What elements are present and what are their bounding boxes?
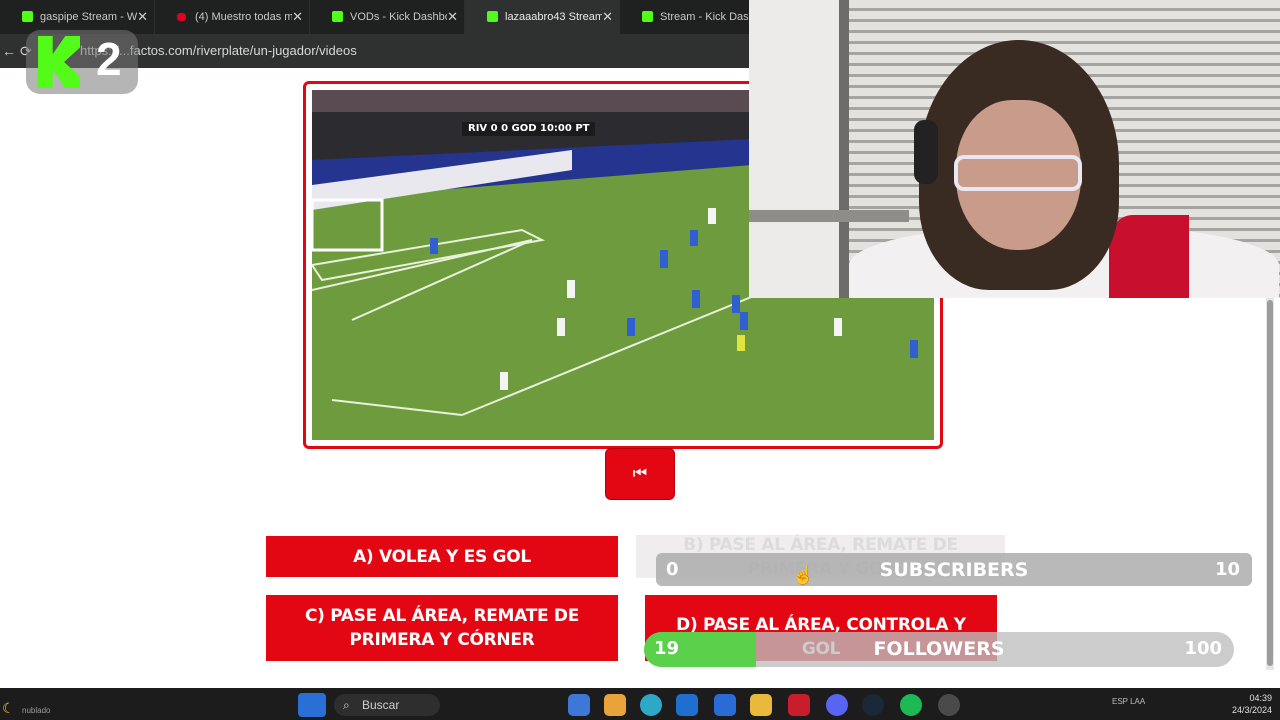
close-tab-icon[interactable]: ✕ — [602, 9, 613, 25]
outlook-icon[interactable] — [676, 694, 698, 716]
file-explorer-icon[interactable] — [750, 694, 772, 716]
photos-icon[interactable] — [604, 694, 626, 716]
clock-date: 24/3/2024 — [1231, 705, 1272, 715]
scoreboard-overlay: RIV 0 0 GOD 10:00 PT — [462, 122, 596, 136]
word-icon[interactable] — [714, 694, 736, 716]
close-tab-icon[interactable]: ✕ — [137, 9, 148, 25]
subscribers-target: 10 — [1214, 559, 1240, 580]
answer-a-button[interactable]: A) VOLEA Y ES GOL — [266, 536, 618, 577]
kick-icon — [22, 11, 33, 22]
clock-time: 04:39 — [1249, 693, 1272, 703]
shelf — [749, 210, 909, 222]
subscribers-goal-bar: 0 SUBSCRIBERS 10 — [656, 553, 1252, 586]
kick-icon — [642, 11, 653, 22]
shutter-edge — [839, 0, 849, 298]
tab-title: gaspipe Stream - Watch — [40, 11, 137, 23]
spotify-icon[interactable] — [900, 694, 922, 716]
close-tab-icon[interactable]: ✕ — [447, 9, 458, 25]
steam-icon[interactable] — [862, 694, 884, 716]
replay-button[interactable]: ⏮ — [605, 448, 675, 500]
webcam-overlay — [749, 0, 1280, 298]
obs-icon[interactable] — [938, 694, 960, 716]
weather-text: nublado — [22, 706, 51, 715]
glasses — [954, 155, 1082, 191]
followers-goal-bar: 19 FOLLOWERS 100 — [644, 632, 1234, 667]
kick-icon — [487, 11, 498, 22]
subscribers-label: SUBSCRIBERS — [879, 559, 1029, 581]
browser-tab[interactable]: VODs - Kick Dashboard ✕ — [310, 0, 465, 34]
taskbar-search-box[interactable]: ⌕ Buscar — [334, 694, 440, 716]
browser-tab-active[interactable]: lazaaabro43 Stream - W ✕ — [465, 0, 620, 34]
discord-icon[interactable] — [826, 694, 848, 716]
tab-title: lazaaabro43 Stream - W — [505, 11, 603, 23]
tab-title: VODs - Kick Dashboard — [350, 11, 447, 23]
close-tab-icon[interactable]: ✕ — [292, 9, 303, 25]
windows-start-icon[interactable] — [298, 693, 326, 717]
store-icon[interactable] — [568, 694, 590, 716]
mcafee-icon[interactable] — [788, 694, 810, 716]
skip-back-icon: ⏮ — [632, 465, 648, 482]
tab-title: (4) Muestro todas mis c — [195, 11, 293, 23]
answer-c-button[interactable]: C) PASE AL ÁREA, REMATE DE PRIMERA Y CÓR… — [266, 595, 618, 661]
kick-k2-overlay-logo: 2 — [26, 30, 138, 94]
youtube-icon — [177, 13, 186, 21]
edge-icon[interactable] — [640, 694, 662, 716]
followers-label: FOLLOWERS — [873, 638, 1005, 660]
kick-icon — [332, 11, 343, 22]
kick-logo-icon — [38, 36, 80, 88]
followers-target: 100 — [1184, 638, 1222, 659]
page-scrollbar[interactable] — [1266, 298, 1274, 670]
search-placeholder: Buscar — [362, 698, 400, 712]
wall — [749, 0, 839, 298]
shirt-red-stripe — [1109, 215, 1189, 298]
tab-title: Stream - Kick Dashb — [660, 11, 760, 23]
hand-cursor-icon: ☝ — [792, 565, 815, 585]
language-indicator[interactable]: ESP LAA — [1112, 697, 1145, 706]
k2-number: 2 — [96, 33, 122, 85]
browser-tab[interactable]: (4) Muestro todas mis c ✕ — [155, 0, 310, 34]
taskbar-clock[interactable]: 04:39 24/3/2024 — [1232, 692, 1272, 716]
browser-tab[interactable]: gaspipe Stream - Watch ✕ — [0, 0, 155, 34]
weather-moon-icon[interactable]: ☾ — [2, 700, 15, 717]
headset-icon — [914, 120, 938, 184]
scrollbar-thumb[interactable] — [1267, 300, 1273, 666]
search-icon: ⌕ — [343, 698, 350, 712]
back-arrow-icon[interactable]: ← — [2, 43, 16, 59]
